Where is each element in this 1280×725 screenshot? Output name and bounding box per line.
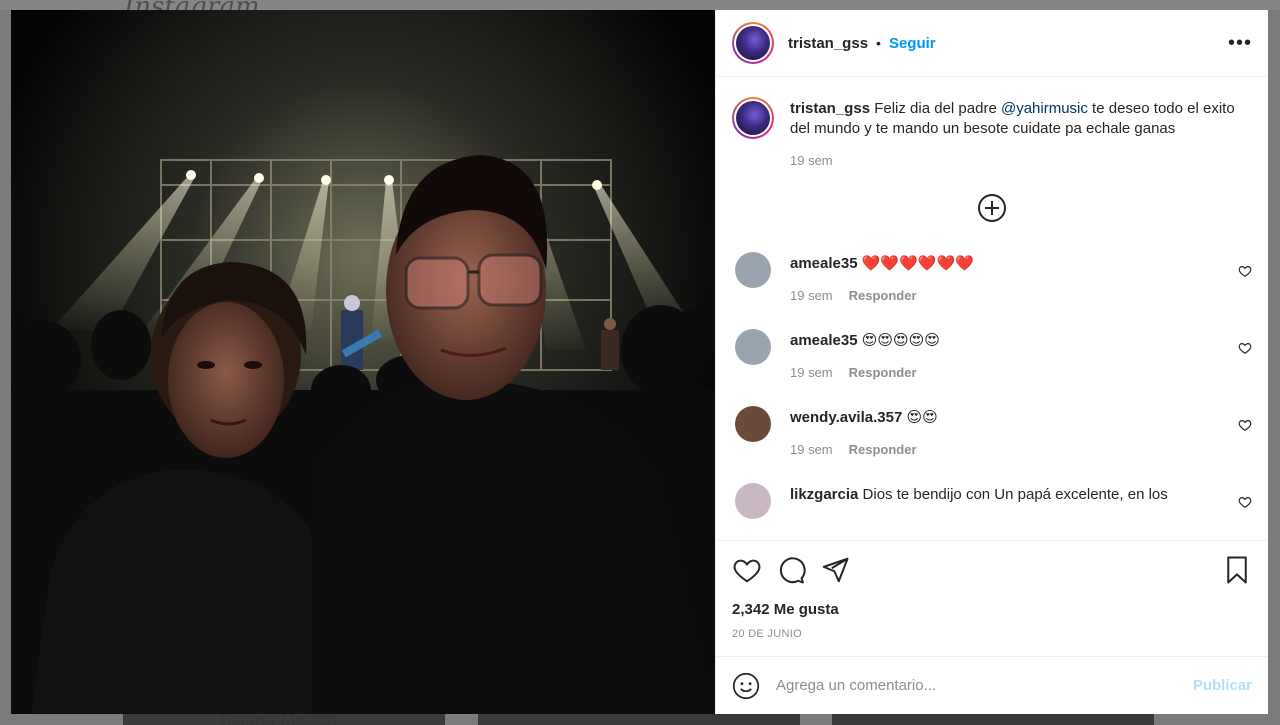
commenter-avatar[interactable] — [735, 406, 771, 442]
follow-button[interactable]: Seguir — [889, 35, 936, 52]
author-avatar[interactable] — [732, 22, 774, 64]
reply-button[interactable]: Responder — [849, 288, 917, 303]
comment-item: wendy.avila.357 😍😍 19 sem Responder — [732, 406, 1252, 457]
more-horizontal-icon[interactable]: ••• — [1228, 32, 1252, 55]
comment-heart-icon[interactable] — [1238, 341, 1252, 355]
post-panel: tristan_gss • Seguir ••• tristan_gss Fel… — [715, 10, 1268, 714]
comment-time[interactable]: 19 sem — [790, 365, 833, 380]
plus-circle-icon[interactable] — [978, 194, 1006, 222]
load-more-comments — [732, 194, 1252, 222]
post-actions: 2,342 Me gusta 20 DE JUNIO — [716, 540, 1268, 656]
comment-meta: 19 sem Responder — [790, 365, 1210, 380]
comment-body: wendy.avila.357 😍😍 19 sem Responder — [790, 406, 1210, 457]
commenter-avatar[interactable] — [735, 252, 771, 288]
comment-content: 😍😍 — [906, 409, 938, 426]
comment-input[interactable] — [776, 677, 1193, 694]
share-icon[interactable] — [820, 555, 850, 585]
commenter-username[interactable]: ameale35 — [790, 255, 858, 272]
emoji-icon[interactable] — [732, 672, 760, 700]
likes-count[interactable]: 2,342 Me gusta — [732, 601, 1252, 618]
author-username[interactable]: tristan_gss — [788, 35, 868, 52]
publish-button[interactable]: Publicar — [1193, 677, 1252, 694]
comment-items: ameale35 ❤️❤️❤️❤️❤️❤️ 19 sem Responder amea… — [732, 252, 1252, 519]
commenter-username[interactable]: ameale35 — [790, 332, 858, 349]
commenter-avatar[interactable] — [735, 329, 771, 365]
commenter-username[interactable]: wendy.avila.357 — [790, 409, 902, 426]
commenter-username[interactable]: likzgarcia — [790, 486, 858, 503]
comment-body: ameale35 😍😍😍😍😍 19 sem Responder — [790, 329, 1210, 380]
comment-text: ameale35 ❤️❤️❤️❤️❤️❤️ — [790, 252, 1210, 274]
comment-meta: 19 sem Responder — [790, 288, 1210, 303]
comment-composer: Publicar — [716, 656, 1268, 714]
post-photo[interactable] — [11, 10, 715, 714]
bookmark-icon[interactable] — [1222, 555, 1252, 585]
header-separator: • — [876, 35, 881, 51]
comment-content: 😍😍😍😍😍 — [861, 332, 940, 349]
comment-time[interactable]: 19 sem — [790, 288, 833, 303]
comment-time[interactable]: 19 sem — [790, 442, 833, 457]
comment-text: likzgarcia Dios te bendijo con Un papá e… — [790, 483, 1210, 505]
comment-content: ❤️❤️❤️❤️❤️❤️ — [861, 255, 974, 272]
caption-mention[interactable]: @yahirmusic — [1001, 100, 1088, 117]
comments-list[interactable]: tristan_gss Feliz dia del padre @yahirmu… — [716, 77, 1268, 540]
post-caption: tristan_gss Feliz dia del padre @yahirmu… — [732, 97, 1252, 139]
heart-icon[interactable] — [732, 555, 762, 585]
comment-content: Dios te bendijo con Un papá excelente, e… — [862, 486, 1168, 503]
post-date[interactable]: 20 DE JUNIO — [732, 628, 1252, 640]
post-header: tristan_gss • Seguir ••• — [716, 10, 1268, 77]
comment-text: wendy.avila.357 😍😍 — [790, 406, 1210, 428]
concert-photo — [11, 10, 715, 714]
reply-button[interactable]: Responder — [849, 365, 917, 380]
reply-button[interactable]: Responder — [849, 442, 917, 457]
comment-heart-icon[interactable] — [1238, 418, 1252, 432]
comment-heart-icon[interactable] — [1238, 264, 1252, 278]
comment-item: likzgarcia Dios te bendijo con Un papá e… — [732, 483, 1252, 519]
action-icons — [732, 541, 1252, 599]
comment-icon[interactable] — [776, 555, 806, 585]
caption-text-before: Feliz dia del padre — [874, 100, 1001, 117]
comment-meta: 19 sem Responder — [790, 442, 1210, 457]
caption-text: tristan_gss Feliz dia del padre @yahirmu… — [790, 97, 1250, 139]
caption-time[interactable]: 19 sem — [790, 153, 1252, 168]
comment-text: ameale35 😍😍😍😍😍 — [790, 329, 1210, 351]
caption-username[interactable]: tristan_gss — [790, 100, 870, 117]
comment-heart-icon[interactable] — [1238, 495, 1252, 509]
comment-item: ameale35 ❤️❤️❤️❤️❤️❤️ 19 sem Responder — [732, 252, 1252, 303]
commenter-avatar[interactable] — [735, 483, 771, 519]
comment-item: ameale35 😍😍😍😍😍 19 sem Responder — [732, 329, 1252, 380]
comment-body: likzgarcia Dios te bendijo con Un papá e… — [790, 483, 1210, 519]
post-modal: tristan_gss • Seguir ••• tristan_gss Fel… — [11, 10, 1268, 714]
caption-avatar[interactable] — [732, 97, 774, 139]
comment-body: ameale35 ❤️❤️❤️❤️❤️❤️ 19 sem Responder — [790, 252, 1210, 303]
